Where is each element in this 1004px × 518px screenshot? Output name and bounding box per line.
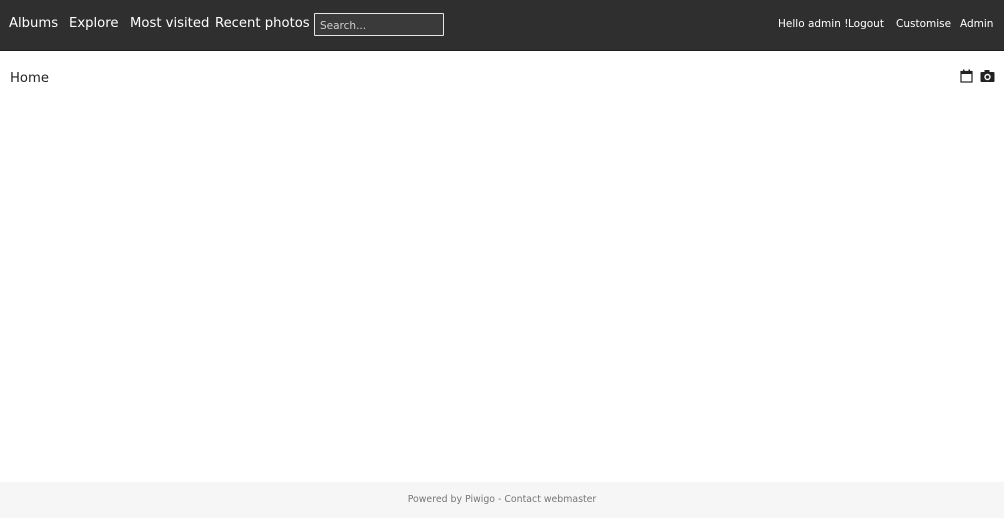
top-navigation-bar: Albums Explore Most visited Recent photo…: [0, 0, 1004, 51]
search-input[interactable]: [315, 15, 443, 37]
user-greeting: Hello admin !: [778, 18, 849, 30]
camera-icon[interactable]: [980, 69, 995, 83]
contact-webmaster-link[interactable]: Contact webmaster: [504, 494, 596, 505]
nav-recent-photos-link[interactable]: Recent photos: [215, 15, 310, 33]
piwigo-link[interactable]: Piwigo: [465, 494, 495, 505]
footer: Powered by Piwigo - Contact webmaster: [0, 482, 1004, 518]
page-title: Home: [10, 71, 49, 86]
admin-link[interactable]: Admin: [960, 17, 993, 31]
footer-powered-by: Powered by: [407, 494, 466, 505]
search-box: [314, 13, 444, 37]
nav-most-visited-link[interactable]: Most visited: [130, 15, 209, 33]
nav-albums-link[interactable]: Albums: [9, 15, 58, 33]
footer-separator: -: [495, 494, 505, 505]
customise-link[interactable]: Customise: [896, 17, 951, 31]
nav-explore-link[interactable]: Explore: [69, 15, 119, 33]
calendar-icon[interactable]: [960, 69, 974, 83]
logout-link[interactable]: Logout: [848, 17, 884, 31]
